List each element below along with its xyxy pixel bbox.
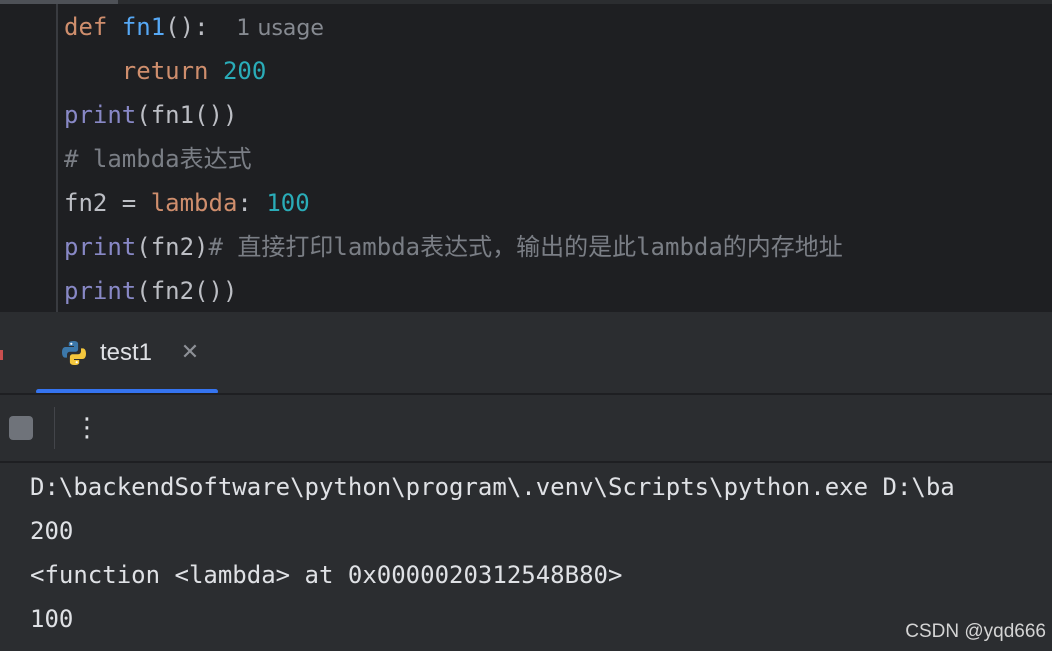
code-line-1[interactable]: def fn1(): 1 usage <box>64 5 324 49</box>
python-icon <box>62 341 86 365</box>
code-text: (fn2()) <box>136 277 238 305</box>
code-comment: # lambda表达式 <box>64 145 252 173</box>
editor-tab-strip <box>0 0 1052 4</box>
run-console[interactable]: D:\backendSoftware\python\program\.venv\… <box>0 463 1052 651</box>
builtin-print: print <box>64 233 137 261</box>
code-text: (): <box>165 13 209 41</box>
code-line-4[interactable]: # lambda表达式 <box>64 137 252 181</box>
code-line-6[interactable]: print(fn2)# 直接打印lambda表达式，输出的是此lambda的内存… <box>64 225 843 269</box>
code-text: : <box>237 189 267 217</box>
run-tab-test1[interactable]: test1 ✕ <box>36 312 218 394</box>
code-line-3[interactable]: print(fn1()) <box>64 93 237 137</box>
code-text: (fn2) <box>136 233 209 261</box>
console-line: 100 <box>30 605 74 633</box>
keyword-def: def <box>64 13 108 41</box>
close-icon[interactable]: ✕ <box>178 340 202 366</box>
stop-icon[interactable] <box>9 416 33 440</box>
code-line-7[interactable]: print(fn2()) <box>64 269 237 312</box>
run-toolbar: ⋮ <box>0 395 1052 461</box>
watermark: CSDN @yqd666 <box>905 621 1046 642</box>
tab-overflow-indicator <box>0 350 3 360</box>
keyword-return: return <box>121 57 209 85</box>
code-text: fn2 = <box>64 189 151 217</box>
code-editor[interactable]: def fn1(): 1 usage return 200 print(fn1()… <box>0 0 1052 312</box>
more-vertical-icon[interactable]: ⋮ <box>74 409 100 447</box>
usage-hint[interactable]: 1 usage <box>237 16 324 41</box>
code-line-2[interactable]: return 200 <box>64 49 267 93</box>
keyword-lambda: lambda <box>150 189 238 217</box>
indent-guide <box>56 4 58 312</box>
number-literal: 100 <box>266 189 310 217</box>
builtin-print: print <box>64 277 137 305</box>
console-line: 200 <box>30 517 74 545</box>
builtin-print: print <box>64 101 137 129</box>
code-comment: # 直接打印lambda表达式，输出的是此lambda的内存地址 <box>208 233 843 261</box>
number-literal: 200 <box>222 57 267 85</box>
code-line-5[interactable]: fn2 = lambda: 100 <box>64 181 310 225</box>
tab-label: test1 <box>100 339 153 366</box>
console-line: D:\backendSoftware\python\program\.venv\… <box>30 473 955 501</box>
function-name: fn1 <box>121 13 166 41</box>
code-text: (fn1()) <box>136 101 238 129</box>
toolbar-divider <box>54 407 55 449</box>
console-line: <function <lambda> at 0x0000020312548B80… <box>30 561 623 589</box>
